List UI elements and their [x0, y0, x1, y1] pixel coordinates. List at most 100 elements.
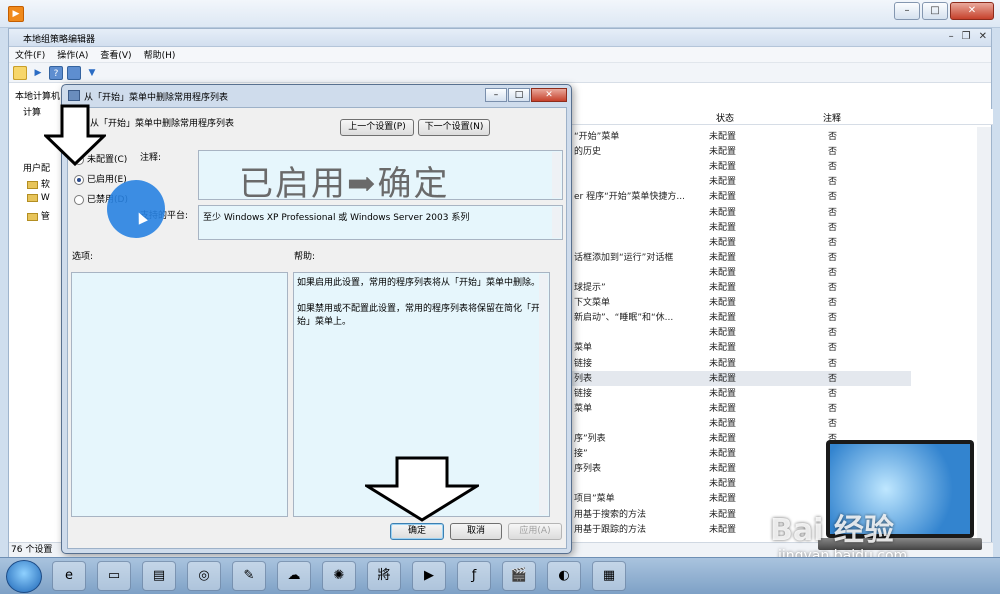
ie-icon[interactable]: e	[52, 561, 86, 591]
table-row[interactable]: 下文菜单 未配置 否	[561, 295, 911, 310]
comment-label: 注释:	[140, 153, 162, 163]
gpe-title: 本地组策略编辑器	[23, 35, 96, 45]
policy-icon	[68, 90, 80, 101]
folder-icon	[27, 193, 38, 202]
comment-cell: 否	[828, 283, 838, 293]
table-row[interactable]: 的历史 未配置 否	[561, 144, 911, 159]
setting-name-cell: 话框添加到“运行”对话框	[574, 252, 674, 263]
tree-item-windows[interactable]: W	[27, 193, 50, 203]
policy-setting-dialog: 从「开始」菜单中删除常用程序列表 – □ ✕ 从「开始」菜单中删除常用程序列表 …	[61, 84, 572, 554]
start-button[interactable]	[6, 560, 42, 593]
state-cell: 未配置	[709, 252, 737, 263]
cloud-icon[interactable]: ☁	[277, 561, 311, 591]
state-cell: 未配置	[709, 147, 737, 158]
table-row[interactable]: 未配置 否	[561, 265, 911, 280]
table-row[interactable]: 菜单 未配置 否	[561, 340, 911, 355]
platform-scrollbar[interactable]	[552, 207, 561, 238]
setting-name-cell: 菜单	[574, 403, 593, 414]
forward-arrow-icon[interactable]: ▶	[31, 66, 45, 80]
table-row[interactable]: 菜单 未配置 否	[561, 401, 911, 416]
firefox-icon[interactable]: ◐	[547, 561, 581, 591]
tree-item-local-computer[interactable]: 本地计算机	[15, 89, 60, 102]
setting-name-cell: 下文菜单	[574, 298, 611, 309]
baidu-jingyan-watermark: Bai 经验	[770, 513, 894, 548]
comment-cell: 否	[828, 418, 838, 429]
table-row[interactable]: 未配置 否	[561, 220, 911, 235]
chess-icon[interactable]: 將	[367, 561, 401, 591]
dialog-close-button[interactable]: ✕	[531, 88, 567, 102]
menu-action[interactable]: 操作(A)	[57, 48, 88, 61]
comment-scrollbar[interactable]	[552, 152, 561, 198]
apply-button[interactable]: 应用(A)	[508, 523, 562, 540]
setting-name-cell: 的历史	[574, 147, 602, 158]
setting-name-cell: 链接	[574, 358, 593, 369]
comment-cell: 否	[828, 222, 838, 233]
comment-field[interactable]: 已启用➡确定	[198, 150, 563, 204]
state-cell: 未配置	[709, 479, 737, 490]
table-row[interactable]: 未配置 否	[561, 174, 911, 189]
properties-icon[interactable]	[67, 65, 81, 80]
setting-name: 从「开始」菜单中删除常用程序列表	[90, 119, 235, 129]
paint-icon[interactable]: ✎	[232, 561, 266, 591]
table-row[interactable]: er 程序“开始”菜单快捷方... 未配置 否	[561, 189, 911, 204]
maximize-button[interactable]: □	[922, 2, 948, 20]
gpe-minimize-button[interactable]: –	[949, 31, 954, 42]
tree-item-software[interactable]: 软	[27, 177, 50, 190]
flash-icon[interactable]: ƒ	[457, 561, 491, 591]
filter-icon[interactable]: ▼	[85, 66, 99, 80]
setting-name-cell: 接”	[574, 449, 588, 460]
help-scrollbar[interactable]	[539, 274, 548, 515]
comment-cell: 否	[828, 267, 838, 278]
table-row[interactable]: 新启动”、“睡眠”和“休... 未配置 否	[561, 310, 911, 325]
export-list-icon[interactable]	[13, 65, 27, 80]
dialog-minimize-button[interactable]: –	[485, 88, 507, 102]
tree-item-computer-config[interactable]: 计算	[23, 105, 41, 118]
previous-setting-button[interactable]: 上一个设置(P)	[340, 119, 414, 136]
tree-item-admin-templates[interactable]: 管	[27, 209, 50, 222]
close-button[interactable]: ✕	[950, 2, 994, 20]
table-row[interactable]: 话框添加到“运行”对话框 未配置 否	[561, 250, 911, 265]
setting-name-cell: 序列表	[574, 464, 602, 475]
state-cell: 未配置	[709, 524, 737, 535]
column-comment[interactable]: 注释	[823, 111, 841, 124]
table-row[interactable]: 链接 未配置 否	[561, 386, 911, 401]
help-icon[interactable]: ?	[49, 65, 63, 80]
comment-cell: 否	[828, 132, 838, 142]
state-cell: 未配置	[709, 132, 737, 142]
menu-file[interactable]: 文件(F)	[15, 48, 45, 61]
ok-button[interactable]: 确定	[390, 523, 444, 540]
table-row[interactable]: “开始”菜单 未配置 否	[561, 129, 911, 144]
radio-enabled[interactable]: 已启用(E)	[74, 172, 127, 185]
table-row[interactable]: 未配置 否	[561, 416, 911, 431]
table-row[interactable]: 未配置 否	[561, 205, 911, 220]
explorer-icon[interactable]: ▤	[142, 561, 176, 591]
player-icon[interactable]: ▶	[412, 561, 446, 591]
table-row[interactable]: 列表 未配置 否	[561, 370, 911, 386]
minimize-button[interactable]: –	[894, 2, 920, 20]
options-label: 选项:	[72, 252, 94, 262]
column-state[interactable]: 状态	[716, 111, 734, 124]
state-cell: 未配置	[709, 237, 737, 248]
next-setting-button[interactable]: 下一个设置(N)	[418, 119, 490, 136]
menu-help[interactable]: 帮助(H)	[144, 48, 176, 61]
comment-cell: 否	[828, 192, 838, 203]
table-row[interactable]: 球提示” 未配置 否	[561, 280, 911, 295]
state-cell: 未配置	[709, 509, 737, 520]
folder-icon[interactable]: ▭	[97, 561, 131, 591]
gpe-close-button[interactable]: ✕	[979, 31, 987, 42]
setting-name-cell: 列表	[574, 373, 593, 384]
network-icon[interactable]: ◎	[187, 561, 221, 591]
table-row[interactable]: 未配置 否	[561, 235, 911, 250]
table-row[interactable]: 未配置 否	[561, 159, 911, 174]
cancel-button[interactable]: 取消	[450, 523, 502, 540]
pinwheel-icon[interactable]: ✺	[322, 561, 356, 591]
menu-view[interactable]: 查看(V)	[100, 48, 131, 61]
clapper-icon[interactable]: 🎬	[502, 561, 536, 591]
dialog-maximize-button[interactable]: □	[508, 88, 530, 102]
state-cell: 未配置	[709, 343, 737, 354]
table-row[interactable]: 链接 未配置 否	[561, 356, 911, 371]
toolbox-icon[interactable]: ▦	[592, 561, 626, 591]
gpe-restore-button[interactable]: ❐	[962, 31, 971, 42]
table-row[interactable]: 未配置 否	[561, 325, 911, 340]
list-scrollbar[interactable]	[977, 127, 991, 557]
